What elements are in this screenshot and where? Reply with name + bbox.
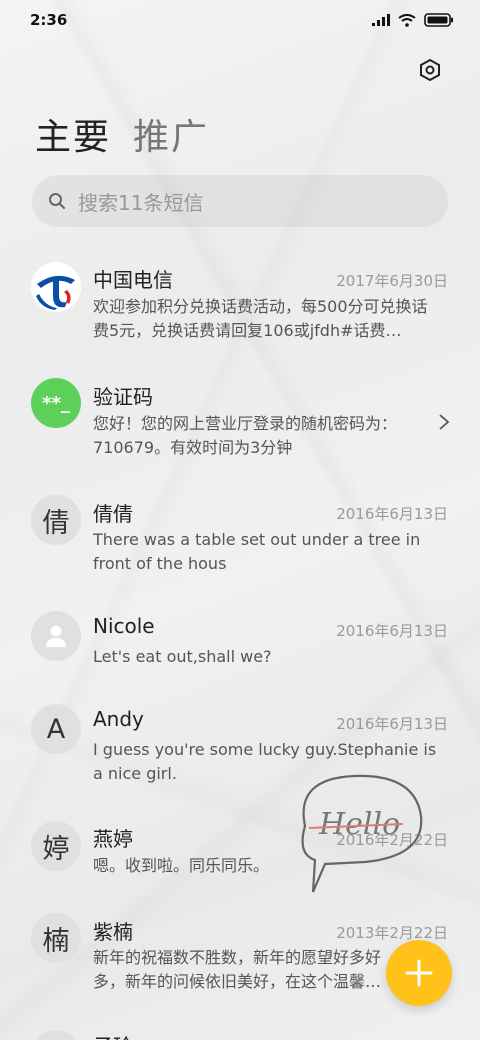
message-date: 2016年6月13日 — [336, 622, 448, 640]
avatar: 楠 — [31, 913, 81, 963]
hello-speech-bubble-doodle: Hello — [301, 774, 423, 893]
contact-name: 燕婷 — [93, 827, 133, 851]
message-preview: 新年的祝福数不胜数，新年的愿望好多好多，新年的问候依旧美好，在这个温馨的时 — [93, 948, 382, 991]
avatar-text: 倩 — [42, 507, 70, 539]
china-telecom-logo — [31, 262, 81, 312]
avatar — [31, 611, 81, 661]
avatar-text: A — [46, 713, 66, 745]
message-preview: 欢迎参加积分兑换话费活动，每500分可兑换话费5元，兑换话费请回复106或jfd… — [93, 297, 428, 340]
verification-code-avatar: **_ — [31, 378, 81, 428]
contact-name: 紫楠 — [93, 920, 133, 944]
avatar: 婷 — [31, 821, 81, 871]
plus-icon — [405, 959, 433, 987]
message-date: 2017年6月30日 — [336, 272, 448, 290]
contact-name: Andy — [93, 707, 144, 731]
avatar-text: **_ — [42, 392, 70, 414]
message-date: 2016年6月13日 — [336, 505, 448, 523]
message-date: 2013年2月22日 — [336, 924, 448, 942]
contact-name: 子玲 — [93, 1030, 133, 1040]
chevron-right-icon[interactable] — [438, 413, 450, 431]
new-message-button[interactable] — [386, 940, 452, 1006]
avatar-text: 婷 — [42, 833, 70, 865]
contact-name: 倩倩 — [93, 502, 133, 526]
contact-name: Nicole — [93, 614, 155, 638]
avatar: 倩 — [31, 495, 81, 545]
avatar-text: 楠 — [42, 925, 70, 957]
contact-name: 验证码 — [93, 385, 153, 409]
message-preview: Let's eat out,shall we? — [93, 647, 272, 666]
message-preview: There was a table set out under a tree i… — [93, 530, 421, 573]
message-date: 2016年6月13日 — [336, 715, 448, 733]
message-preview: 您好！您的网上营业厅登录的随机密码为：710679。有效时间为3分钟 — [93, 414, 398, 457]
person-icon — [46, 625, 66, 647]
avatar: A — [31, 704, 81, 754]
avatar — [31, 1030, 81, 1040]
contact-name: 中国电信 — [93, 268, 173, 292]
